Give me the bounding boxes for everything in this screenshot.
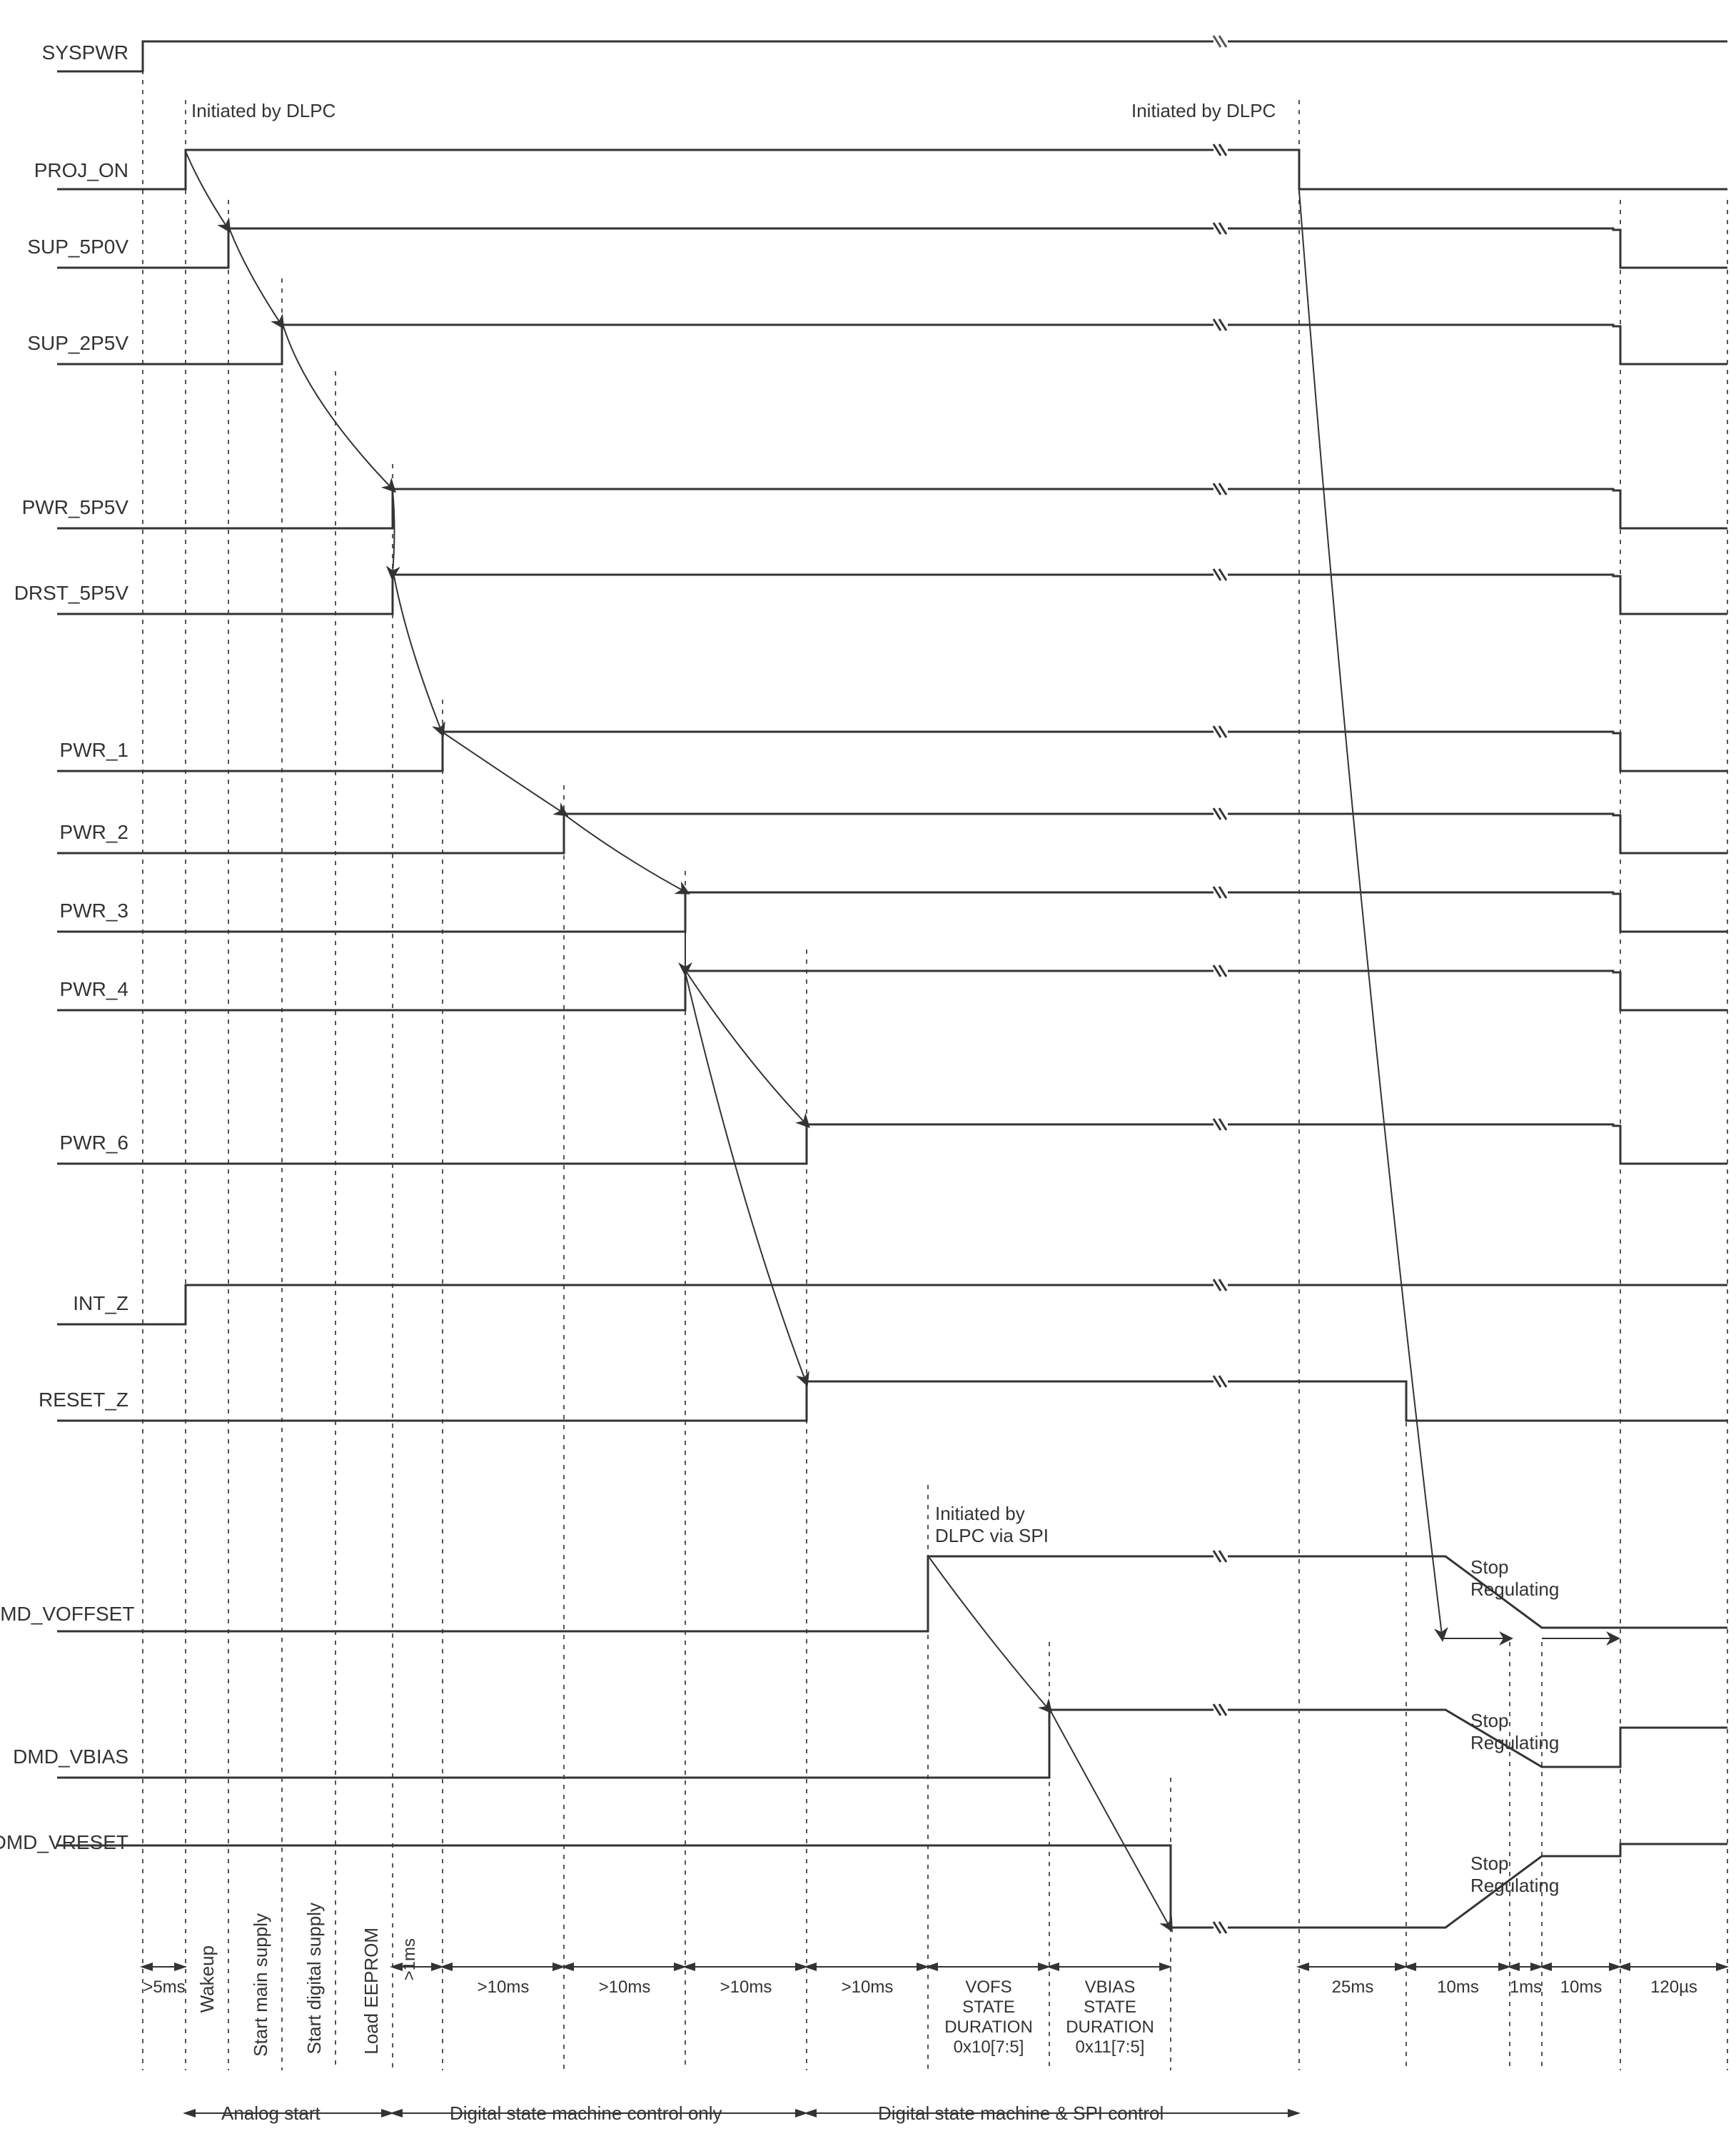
- annotation-stop-reg-3: Stop Regulating: [1470, 1853, 1559, 1897]
- label-proj-on: PROJ_ON: [0, 159, 128, 182]
- timing-120us: 120µs: [1620, 1978, 1727, 1998]
- timing-diagram: [0, 0, 1736, 2156]
- label-pwr-2: PWR_2: [0, 821, 128, 844]
- timing-25ms: 25ms: [1299, 1978, 1406, 1998]
- label-dmd-vreset: DMD_VRESET: [0, 1831, 128, 1854]
- timing-10ms-r2: 10ms: [1542, 1978, 1620, 1998]
- annotation-initiated-spi: Initiated by DLPC via SPI: [935, 1503, 1049, 1547]
- label-pwr-3: PWR_3: [0, 900, 128, 922]
- timing-vbias: VBIAS STATE DURATION 0x11[7:5]: [1049, 1978, 1171, 2057]
- annotation-initiated-left: Initiated by DLPC: [191, 100, 335, 122]
- phase-analog: Analog start: [221, 2102, 321, 2125]
- annotation-stop-reg-1: Stop Regulating: [1470, 1556, 1559, 1601]
- label-int-z: INT_Z: [0, 1292, 128, 1315]
- phase-digital-spi: Digital state machine & SPI control: [878, 2102, 1164, 2125]
- vlabel-start-main: Start main supply: [250, 1913, 272, 2057]
- timing-10ms-r1: 10ms: [1406, 1978, 1510, 1998]
- label-dmd-vbias: DMD_VBIAS: [0, 1746, 128, 1768]
- timing-10ms-4: >10ms: [807, 1978, 928, 1998]
- timing-10ms-1: >10ms: [443, 1978, 564, 1998]
- timing-vofs: VOFS STATE DURATION 0x10[7:5]: [928, 1978, 1049, 2057]
- label-reset-z: RESET_Z: [0, 1389, 128, 1411]
- timing-1ms: >1ms: [400, 1938, 439, 1980]
- timing-10ms-3: >10ms: [685, 1978, 807, 1998]
- label-pwr-5p5v: PWR_5P5V: [0, 496, 128, 519]
- annotation-stop-reg-2: Stop Regulating: [1470, 1710, 1559, 1754]
- label-pwr-1: PWR_1: [0, 739, 128, 762]
- label-sup-2p5v: SUP_2P5V: [0, 332, 128, 355]
- vlabel-load-eeprom: Load EEPROM: [360, 1928, 383, 2055]
- label-sup-5p0v: SUP_5P0V: [0, 236, 128, 258]
- label-drst-5p5v: DRST_5P5V: [0, 582, 128, 605]
- vlabel-wakeup: Wakeup: [196, 1945, 218, 2013]
- phase-digital-only: Digital state machine control only: [450, 2102, 722, 2125]
- vlabel-start-digital: Start digital supply: [303, 1903, 326, 2054]
- timing-5ms: >5ms: [139, 1978, 189, 1998]
- label-pwr-4: PWR_4: [0, 978, 128, 1001]
- annotation-initiated-right: Initiated by DLPC: [1131, 100, 1276, 122]
- timing-10ms-2: >10ms: [564, 1978, 685, 1998]
- label-syspwr: SYSPWR: [0, 41, 128, 64]
- label-pwr-6: PWR_6: [0, 1132, 128, 1154]
- label-dmd-voffset: DMD_VOFFSET: [0, 1603, 128, 1626]
